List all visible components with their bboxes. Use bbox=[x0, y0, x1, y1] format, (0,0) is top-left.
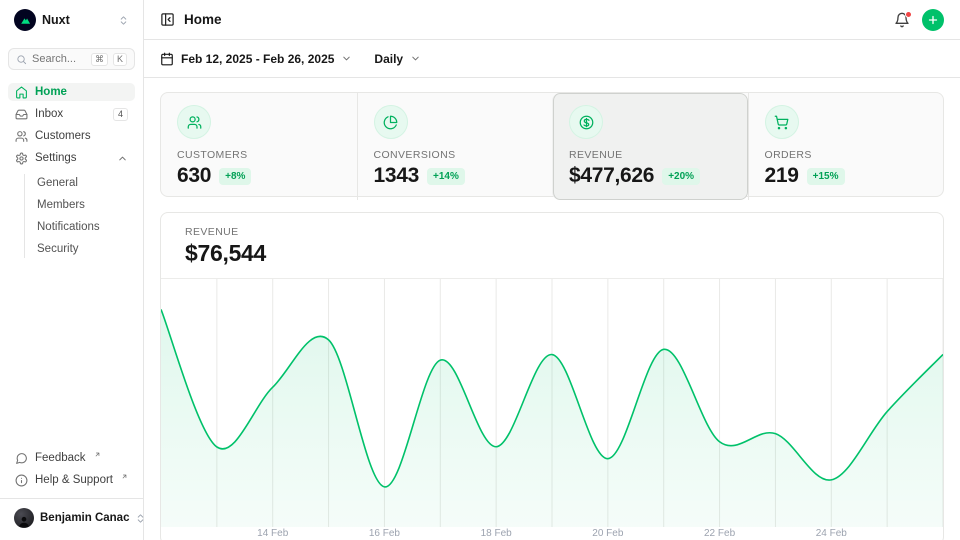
collapse-sidebar-button[interactable] bbox=[160, 12, 175, 27]
stat-card-orders[interactable]: ORDERS 219 +15% bbox=[748, 93, 944, 200]
sidebar-item-customers[interactable]: Customers bbox=[8, 127, 135, 145]
sidebar-item-security[interactable]: Security bbox=[37, 240, 135, 258]
sidebar-item-general[interactable]: General bbox=[37, 174, 135, 192]
panel-left-close-icon bbox=[160, 12, 175, 27]
inbox-icon bbox=[15, 108, 28, 121]
stat-value: 630 bbox=[177, 164, 211, 188]
dollar-circle-icon bbox=[569, 105, 603, 139]
app-root: Nuxt ⌘ K Home Inbox 4 bbox=[0, 0, 960, 540]
gear-icon bbox=[15, 152, 28, 165]
stat-delta-badge: +8% bbox=[219, 168, 251, 185]
sidebar-item-members[interactable]: Members bbox=[37, 196, 135, 214]
feedback-label: Feedback bbox=[35, 452, 86, 464]
sidebar-nav: Home Inbox 4 Customers Settings General bbox=[8, 83, 135, 258]
search-input[interactable]: ⌘ K bbox=[8, 48, 135, 70]
date-range-value: Feb 12, 2025 - Feb 26, 2025 bbox=[181, 52, 334, 66]
chevron-up-icon bbox=[117, 153, 128, 164]
avatar bbox=[14, 508, 34, 528]
search-field[interactable] bbox=[32, 53, 86, 65]
revenue-area-chart[interactable] bbox=[161, 279, 943, 527]
calendar-icon bbox=[160, 52, 174, 66]
sidebar-item-label: Settings bbox=[35, 152, 110, 164]
user-menu-button[interactable]: Benjamin Canac bbox=[8, 503, 135, 533]
period-value: Daily bbox=[374, 52, 403, 66]
chart-metric-value: $76,544 bbox=[185, 240, 919, 267]
x-axis-label: 24 Feb bbox=[816, 528, 847, 539]
plus-icon bbox=[927, 14, 939, 26]
kbd-meta: ⌘ bbox=[91, 53, 108, 66]
stat-value: 219 bbox=[765, 164, 799, 188]
chevrons-up-down-icon bbox=[118, 15, 129, 26]
period-select[interactable]: Daily bbox=[374, 52, 421, 66]
header-actions bbox=[894, 9, 944, 31]
x-axis-label: 22 Feb bbox=[704, 528, 735, 539]
sidebar: Nuxt ⌘ K Home Inbox 4 bbox=[0, 0, 144, 540]
main-area: Home Feb 12, 2025 - Feb 26, 2025 bbox=[144, 0, 960, 540]
x-axis-label: 20 Feb bbox=[592, 528, 623, 539]
external-link-icon bbox=[94, 449, 101, 461]
message-circle-icon bbox=[15, 452, 28, 465]
stat-label: CONVERSIONS bbox=[374, 149, 537, 161]
add-button[interactable] bbox=[922, 9, 944, 31]
stat-label: CUSTOMERS bbox=[177, 149, 341, 161]
sidebar-item-settings[interactable]: Settings bbox=[8, 149, 135, 167]
sidebar-item-label: Customers bbox=[35, 130, 128, 142]
search-icon bbox=[16, 54, 27, 65]
sidebar-item-home[interactable]: Home bbox=[8, 83, 135, 101]
help-support-link[interactable]: Help & Support bbox=[8, 471, 135, 489]
settings-sub-list: General Members Notifications Security bbox=[24, 174, 135, 258]
workspace-name: Nuxt bbox=[42, 13, 112, 27]
stat-delta-badge: +14% bbox=[427, 168, 465, 185]
stat-card-revenue[interactable]: REVENUE $477,626 +20% bbox=[552, 93, 748, 200]
page-header: Home bbox=[144, 0, 960, 40]
chart-header: REVENUE $76,544 bbox=[161, 213, 943, 278]
dashboard-content: CUSTOMERS 630 +8% CONVERSIONS 1343 +14% bbox=[144, 78, 960, 540]
sidebar-footer: Feedback Help & Support Benjamin Canac bbox=[8, 449, 135, 540]
inbox-count-badge: 4 bbox=[113, 108, 128, 121]
stat-delta-badge: +15% bbox=[807, 168, 845, 185]
stat-label: ORDERS bbox=[765, 149, 928, 161]
sidebar-item-label: Home bbox=[35, 86, 128, 98]
nuxt-logo-icon bbox=[14, 9, 36, 31]
page-title: Home bbox=[184, 12, 222, 27]
user-name: Benjamin Canac bbox=[40, 512, 129, 524]
help-support-label: Help & Support bbox=[35, 474, 113, 486]
chevron-down-icon bbox=[341, 53, 352, 64]
stat-card-customers[interactable]: CUSTOMERS 630 +8% bbox=[161, 93, 357, 200]
workspace-switcher[interactable]: Nuxt bbox=[8, 0, 135, 40]
x-axis-label: 14 Feb bbox=[257, 528, 288, 539]
x-axis-label: 18 Feb bbox=[481, 528, 512, 539]
chevron-down-icon bbox=[410, 53, 421, 64]
feedback-link[interactable]: Feedback bbox=[8, 449, 135, 467]
stat-card-conversions[interactable]: CONVERSIONS 1343 +14% bbox=[357, 93, 553, 200]
chart-x-axis: 14 Feb 16 Feb 18 Feb 20 Feb 22 Feb 24 Feb bbox=[161, 527, 943, 540]
stat-label: REVENUE bbox=[569, 149, 732, 161]
home-icon bbox=[15, 86, 28, 99]
date-range-picker[interactable]: Feb 12, 2025 - Feb 26, 2025 bbox=[160, 52, 352, 66]
stat-value: $477,626 bbox=[569, 164, 654, 188]
chart-metric-label: REVENUE bbox=[185, 226, 919, 238]
info-circle-icon bbox=[15, 474, 28, 487]
filters-toolbar: Feb 12, 2025 - Feb 26, 2025 Daily bbox=[144, 40, 960, 78]
kbd-k: K bbox=[113, 53, 127, 66]
notification-dot bbox=[905, 11, 912, 18]
users-icon bbox=[177, 105, 211, 139]
stat-value: 1343 bbox=[374, 164, 420, 188]
chart-pie-icon bbox=[374, 105, 408, 139]
external-link-icon bbox=[121, 471, 128, 483]
notifications-button[interactable] bbox=[894, 12, 910, 28]
revenue-chart-card: REVENUE $76,544 14 Feb 16 Feb 18 Feb 20 Feb… bbox=[160, 212, 944, 540]
users-icon bbox=[15, 130, 28, 143]
shopping-cart-icon bbox=[765, 105, 799, 139]
stats-row: CUSTOMERS 630 +8% CONVERSIONS 1343 +14% bbox=[160, 92, 944, 197]
divider bbox=[0, 498, 143, 499]
stat-delta-badge: +20% bbox=[662, 168, 700, 185]
sidebar-item-label: Inbox bbox=[35, 108, 106, 120]
sidebar-item-inbox[interactable]: Inbox 4 bbox=[8, 105, 135, 123]
sidebar-item-notifications[interactable]: Notifications bbox=[37, 218, 135, 236]
x-axis-label: 16 Feb bbox=[369, 528, 400, 539]
